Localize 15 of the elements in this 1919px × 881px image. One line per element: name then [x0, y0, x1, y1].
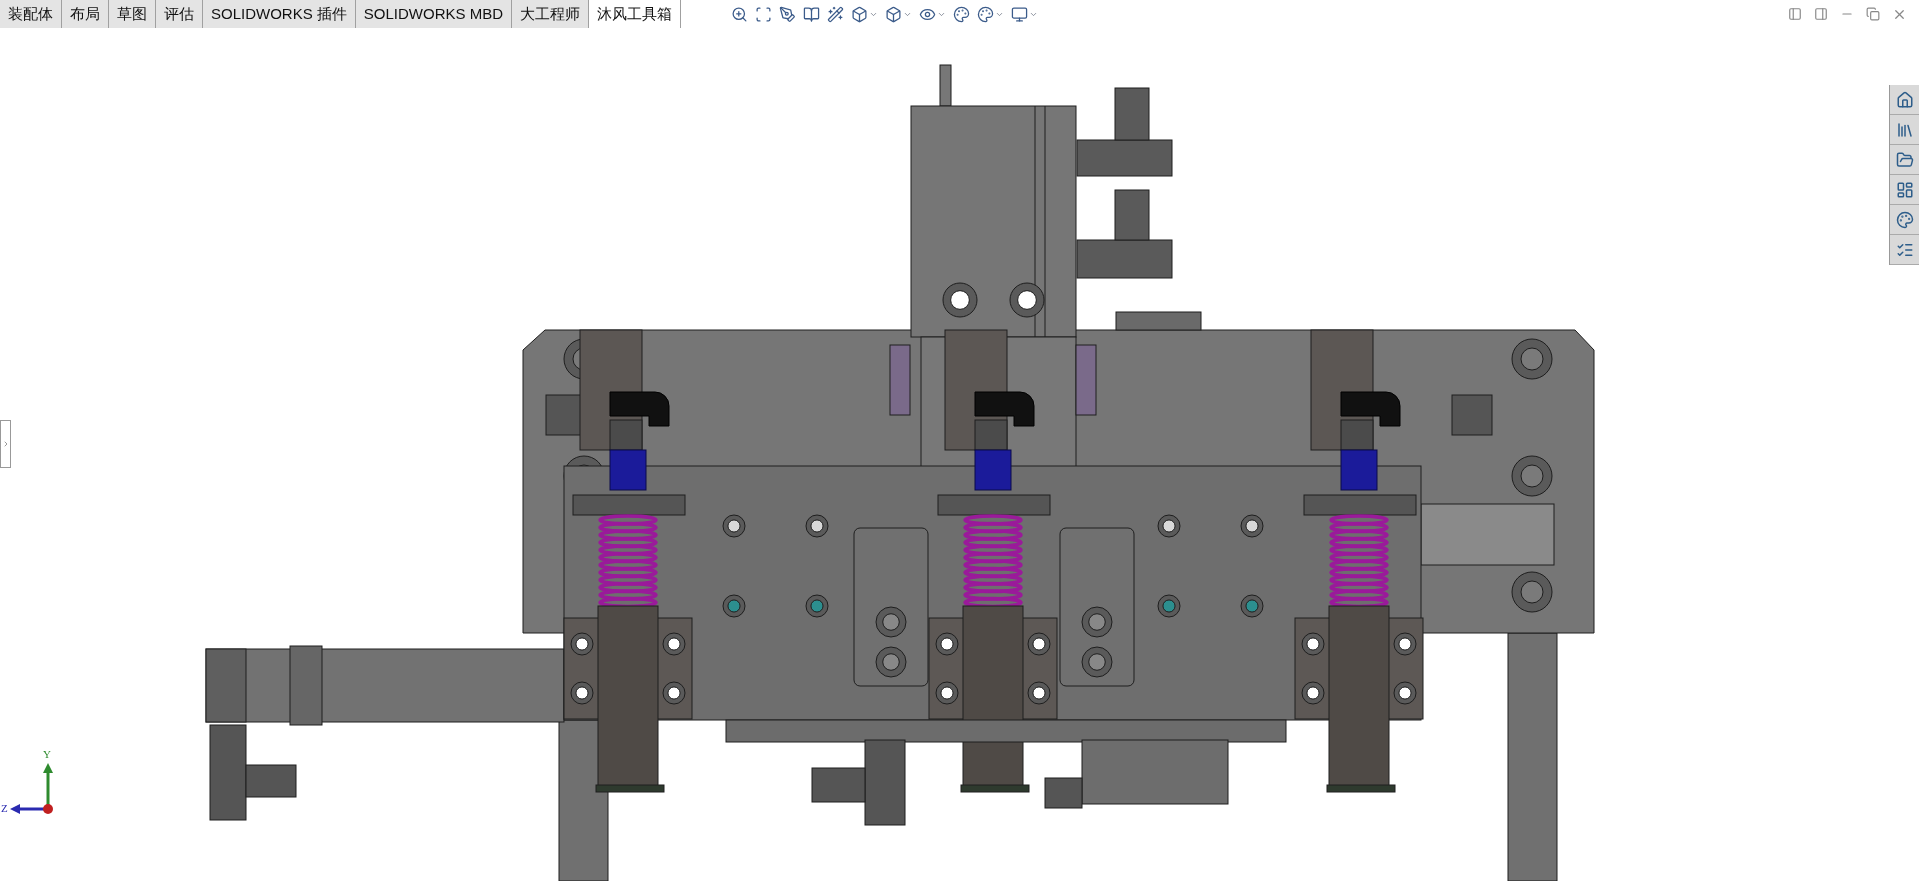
axis-triad-drawing: [10, 763, 56, 817]
y-axis-label: Y: [43, 749, 51, 760]
ribbon-tab[interactable]: 沐风工具箱: [589, 0, 682, 28]
ribbon-tab[interactable]: 大工程师: [512, 0, 590, 28]
ribbon-tab[interactable]: 评估: [156, 0, 203, 28]
ribbon-tab[interactable]: 草图: [109, 0, 156, 28]
ribbon-tab[interactable]: SOLIDWORKS 插件: [203, 0, 356, 28]
z-axis-label: Z: [1, 803, 8, 814]
ribbon-tab[interactable]: 布局: [62, 0, 109, 28]
restore-icon[interactable]: [1866, 7, 1880, 21]
tile-right-icon[interactable]: [1814, 7, 1828, 21]
ribbon-tab[interactable]: 装配体: [0, 0, 62, 28]
tile-left-icon[interactable]: [1788, 7, 1802, 21]
ribbon-tab[interactable]: SOLIDWORKS MBD: [355, 0, 513, 28]
panel-handle[interactable]: [0, 420, 11, 468]
